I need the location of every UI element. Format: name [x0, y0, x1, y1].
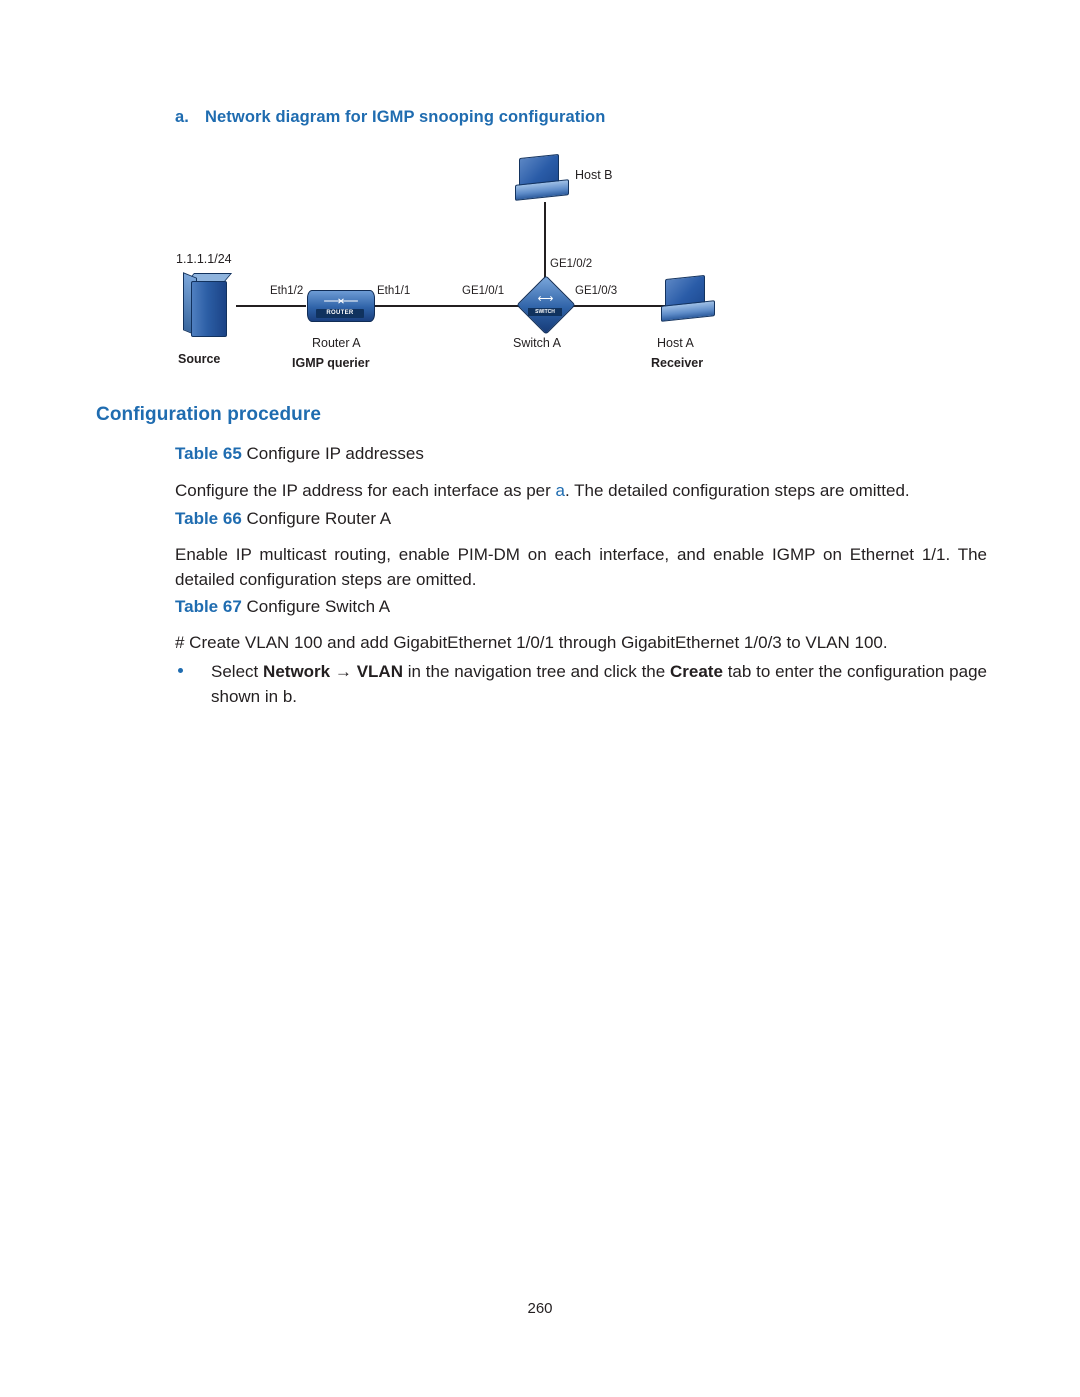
- bullet-end: .: [292, 687, 298, 706]
- table-67-title: Table 67 Configure Switch A: [175, 597, 390, 617]
- table-66-label: Table 66: [175, 509, 242, 528]
- table-65-title: Table 65 Configure IP addresses: [175, 444, 424, 464]
- bullet-pre: Select: [211, 662, 264, 681]
- link-source-router: [236, 305, 306, 307]
- router-tag: ROUTER: [316, 309, 364, 318]
- bullet-dot-icon: [178, 668, 183, 673]
- label-eth1-1: Eth1/1: [377, 285, 411, 297]
- bullet-text: Select Network → VLAN in the navigation …: [175, 659, 987, 709]
- label-receiver: Receiver: [651, 356, 704, 370]
- switch-tag: SWITCH: [528, 308, 562, 316]
- document-page: a. Network diagram for IGMP snooping conf…: [0, 0, 1080, 1397]
- bullet-arrow-icon: →: [330, 662, 357, 681]
- device-host-a: [661, 274, 717, 323]
- label-ge1-0-2: GE1/0/2: [550, 258, 593, 270]
- table-66-caption: Configure Router A: [246, 509, 392, 528]
- label-ip-address: 1.1.1.1/24: [176, 252, 232, 266]
- paragraph-create-vlan: # Create VLAN 100 and add GigabitEtherne…: [175, 633, 888, 652]
- table-65-caption: Configure IP addresses: [246, 444, 424, 463]
- label-ge1-0-1: GE1/0/1: [462, 285, 505, 297]
- label-router-a: Router A: [312, 336, 361, 350]
- page-section-title: Configuration procedure: [96, 404, 322, 425]
- device-source: [183, 272, 237, 337]
- link-switch-hosta: [570, 305, 666, 307]
- link-router-switch: [374, 305, 520, 307]
- table-67-label: Table 67: [175, 597, 242, 616]
- source-front: [191, 281, 227, 337]
- figure-label: a.: [175, 108, 189, 126]
- label-host-b: Host B: [575, 168, 613, 182]
- label-igmp-querier: IGMP querier: [292, 356, 370, 370]
- paragraph-1-post: . The detailed configuration steps are o…: [565, 481, 910, 500]
- table-67-caption: Configure Switch A: [246, 597, 391, 616]
- bullet-bold-vlan: VLAN: [356, 662, 403, 681]
- page-number: 260: [527, 1300, 553, 1317]
- device-router-a: ⟶⟵ ROUTER: [307, 286, 375, 326]
- switch-arrows-icon: ⟷: [537, 293, 554, 305]
- label-host-a: Host A: [657, 336, 694, 350]
- label-switch-a: Switch A: [513, 336, 561, 350]
- bullet-bold-create: Create: [670, 662, 723, 681]
- paragraph-configure-ip: Configure the IP address for each interf…: [175, 478, 985, 503]
- device-switch-a: ⟷ SWITCH: [515, 275, 577, 335]
- figure-caption: a. Network diagram for IGMP snooping conf…: [175, 108, 605, 127]
- figure-caption-text: Network diagram for IGMP snooping config…: [205, 108, 606, 126]
- cross-reference-a[interactable]: a: [556, 481, 565, 500]
- bullet-item-select-network-vlan: Select Network → VLAN in the navigation …: [175, 659, 987, 709]
- bullet-mid: in the navigation tree and click the: [402, 662, 670, 681]
- table-66-title: Table 66 Configure Router A: [175, 509, 391, 529]
- paragraph-1-pre: Configure the IP address for each interf…: [175, 481, 556, 500]
- table-65-label: Table 65: [175, 444, 242, 463]
- paragraph-configure-router-a: Enable IP multicast routing, enable PIM-…: [175, 545, 987, 589]
- network-diagram: Host B Source 1.1.1.1/24 ⟶⟵ ROUTER Route…: [170, 140, 910, 390]
- label-source: Source: [178, 352, 221, 366]
- bullet-bold-network: Network: [263, 662, 331, 681]
- label-eth1-2: Eth1/2: [270, 285, 304, 297]
- router-arrows-icon: ⟶⟵: [323, 293, 358, 308]
- cross-reference-b[interactable]: b: [283, 687, 292, 706]
- device-host-b: [515, 153, 571, 202]
- label-ge1-0-3: GE1/0/3: [575, 285, 618, 297]
